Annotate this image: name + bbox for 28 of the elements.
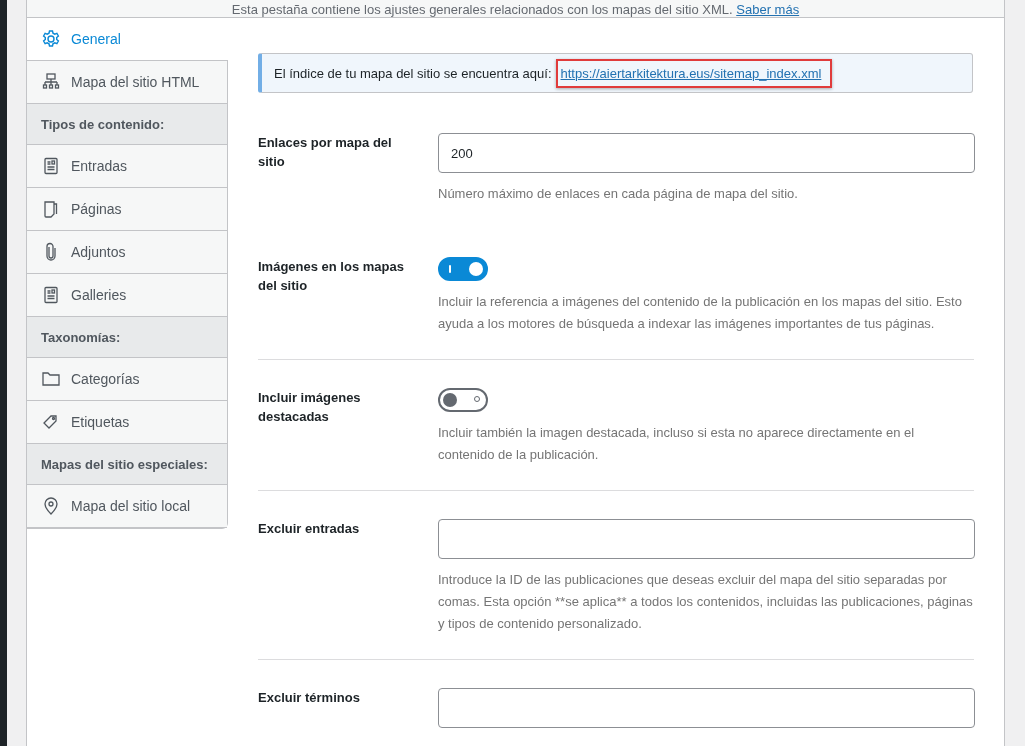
document-icon [41, 285, 61, 305]
learn-more-link[interactable]: Saber más [736, 2, 800, 17]
sidebar-item[interactable]: General [27, 18, 228, 61]
document-icon [41, 156, 61, 176]
settings-icon [41, 29, 61, 49]
setting-label: Enlaces por mapa del sitio [258, 134, 393, 171]
sitemap-index-link[interactable]: https://aiertarkitektura.eus/sitemap_index.xml [560, 65, 822, 81]
input-field[interactable]: 200 [438, 133, 975, 173]
help-text: Incluir también la imagen destacada, incluso si esta no aparece directamente en el contenido de la publicación. [438, 424, 916, 464]
sidebar-heading: Tipos de contenido: [27, 104, 227, 145]
setting-label: Excluir entradas [258, 520, 361, 538]
tab-description: Esta pestaña contiene los ajustes generales relacionados con los mapas del sitio XML. Saber más [231, 2, 800, 17]
input-field[interactable] [438, 688, 975, 728]
sidebar-heading: Taxonomías: [27, 317, 227, 358]
location-pin-icon [41, 496, 61, 516]
sidebar-heading: Mapas del sitio especiales: [27, 444, 227, 485]
help-text: Introduce la ID de las publicaciones que deseas excluir del mapa del sitio separadas por comas. Esta opción **se aplica** a todos los contenidos, incluidas las publicaciones, páginas y tipos de contenido personalizado. [438, 571, 974, 633]
toggle-switch[interactable] [438, 257, 488, 281]
notice-text: El índice de tu mapa del sitio se encuentra aquí: [274, 65, 552, 81]
setting-label: Incluir imágenes destacadas [258, 389, 362, 426]
setting-label: Excluir términos [258, 689, 361, 707]
folder-icon [41, 369, 61, 389]
input-field[interactable] [438, 519, 975, 559]
help-text: Incluir la referencia a imágenes del contenido de la publicación en los mapas del sitio. Esto ayuda a los motores de búsqueda a indexar las imágenes importantes de tus páginas. [438, 293, 963, 333]
help-text: Número máximo de enlaces en cada página de mapa del sitio. [438, 185, 799, 203]
sitemap-icon [41, 72, 61, 92]
setting-label: Imágenes en los mapas del sitio [258, 258, 405, 295]
toggle-switch[interactable] [438, 388, 488, 412]
